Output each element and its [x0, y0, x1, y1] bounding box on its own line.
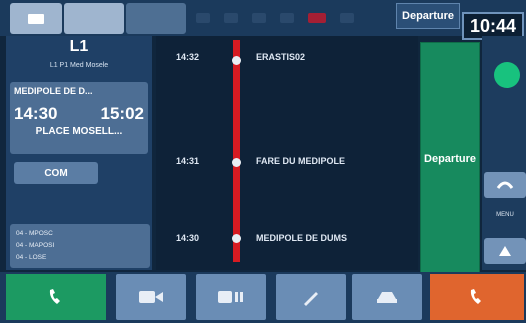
camera-button[interactable] — [116, 274, 186, 320]
message-list[interactable]: 04 - MPOSC 04 - MAPOSI 04 - LOSE — [10, 224, 150, 268]
phone-status-icon — [340, 13, 354, 23]
stop-name: MEDIPOLE DE DUMS — [256, 233, 348, 243]
arrow-up-icon — [499, 246, 511, 256]
status-indicator — [494, 62, 520, 88]
line-number: L1 — [69, 38, 89, 55]
camera-button[interactable] — [10, 3, 62, 34]
phone-icon — [496, 181, 514, 189]
pen-button[interactable] — [276, 274, 346, 320]
video-button[interactable] — [196, 274, 266, 320]
stop-marker — [232, 56, 241, 65]
top-button-3[interactable] — [126, 3, 186, 34]
trip-times: 14:30 15:02 — [14, 104, 144, 124]
com-button[interactable]: COM — [14, 162, 98, 184]
current-stop: PLACE MOSELL... — [35, 126, 123, 137]
scheduled-time: 14:30 — [14, 104, 58, 123]
route-track — [233, 40, 240, 262]
stop-time: 14:31 — [176, 156, 200, 166]
destination: MEDIPOLE DE D... — [14, 86, 93, 96]
signal-icon — [224, 13, 238, 23]
phone-icon — [470, 289, 481, 304]
stop-name: FARE DU MEDIPOLE — [256, 156, 346, 166]
route-text: L1 P1 Med Mosele — [49, 62, 109, 69]
pen-icon — [304, 292, 318, 306]
estimated-time: 15:02 — [100, 104, 144, 123]
top-button-2[interactable] — [64, 3, 124, 34]
alert-icon — [308, 13, 326, 23]
vehicle-icon — [377, 292, 397, 303]
hangup-button[interactable] — [430, 274, 524, 320]
stop-name: ERASTIS02 — [256, 52, 306, 62]
camera-icon — [139, 291, 163, 303]
departure-button[interactable]: Departure — [420, 42, 480, 276]
stop-time: 14:32 — [176, 52, 200, 62]
video-icon — [218, 291, 243, 303]
stop-marker — [232, 234, 241, 243]
call-button[interactable] — [6, 274, 106, 320]
stop-time: 14:30 — [176, 233, 200, 243]
menu-label: MENU — [496, 212, 514, 218]
wifi-icon — [252, 13, 266, 23]
message-item: 04 - MAPOSI — [16, 242, 55, 249]
departure-tab[interactable]: Departure — [396, 3, 460, 29]
stop-marker — [232, 158, 241, 167]
message-item: 04 - LOSE — [16, 254, 47, 261]
status-icons — [196, 8, 386, 28]
phone-side-button[interactable] — [484, 172, 526, 198]
battery-icon — [196, 13, 210, 23]
message-item: 04 - MPOSC — [16, 230, 53, 237]
info-icon — [280, 13, 294, 23]
vehicle-button[interactable] — [352, 274, 422, 320]
up-button[interactable] — [484, 238, 526, 264]
phone-icon — [49, 289, 60, 304]
camera-icon — [28, 14, 44, 24]
